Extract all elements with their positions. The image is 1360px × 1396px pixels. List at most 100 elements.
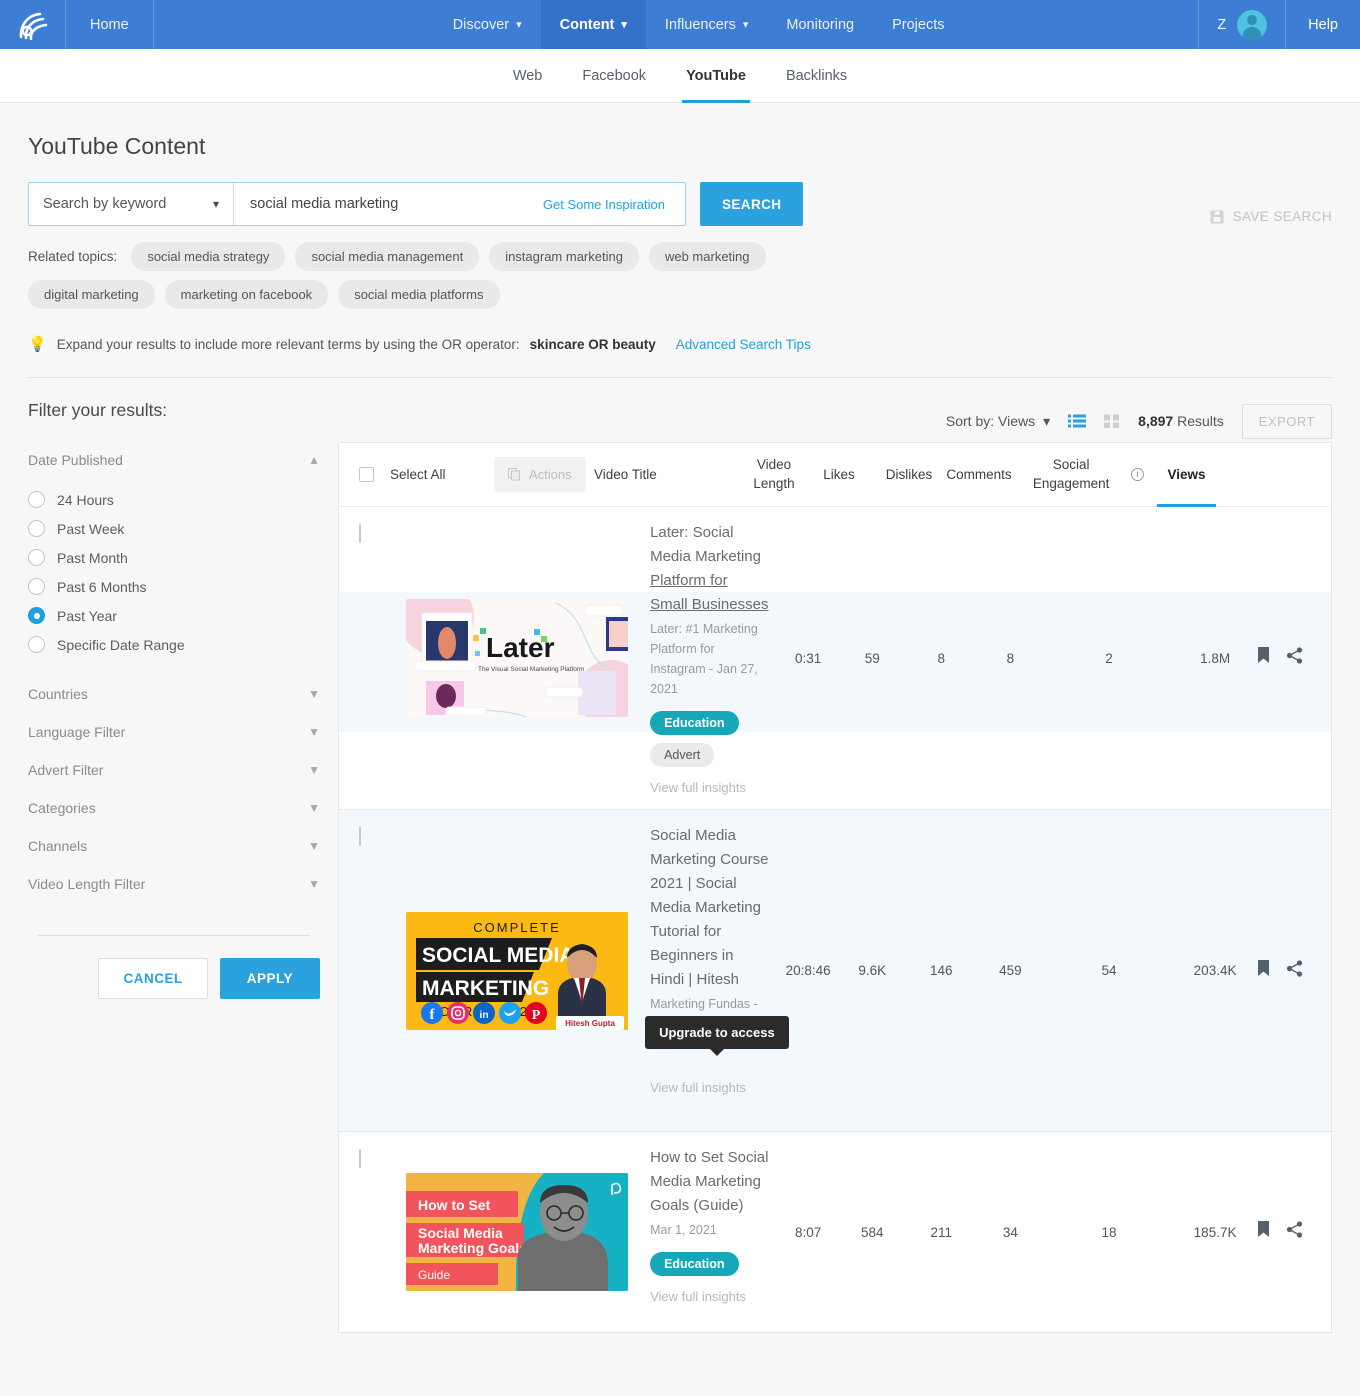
facet-advert-filter-label: Advert Filter — [28, 762, 103, 778]
related-topic-chip[interactable]: instagram marketing — [489, 242, 639, 271]
facet-date-published[interactable]: Date Published ▲ — [28, 441, 320, 479]
row-checkbox[interactable] — [359, 827, 361, 846]
header-comments[interactable]: Comments — [944, 443, 1014, 506]
row-thumbnail-cell[interactable]: COMPLETE SOCIAL MEDIA MARKETING COURSE 2… — [384, 810, 650, 1131]
radio-past-year[interactable]: Past Year — [28, 601, 320, 630]
video-badges: Education Advert — [650, 711, 768, 767]
user-menu[interactable]: Z — [1198, 0, 1286, 49]
view-full-insights-link[interactable]: View full insights — [650, 1080, 768, 1095]
video-title-link[interactable]: Platform for Small Businesses — [650, 572, 768, 613]
share-icon[interactable] — [1286, 1221, 1303, 1243]
header-likes[interactable]: Likes — [804, 443, 874, 506]
header-social-engagement[interactable]: Social Engagementi — [1014, 443, 1144, 506]
chevron-down-icon: ▼ — [308, 687, 320, 701]
header-video-title[interactable]: Video Title — [594, 443, 744, 506]
video-title[interactable]: Social Media Marketing Course 2021 | Soc… — [650, 824, 768, 992]
facet-channels[interactable]: Channels ▼ — [28, 827, 320, 865]
export-button[interactable]: EXPORT — [1242, 404, 1332, 439]
search-mode-select[interactable]: Search by keyword ▾ — [29, 183, 234, 225]
related-topic-chip[interactable]: digital marketing — [28, 280, 155, 309]
save-search-button[interactable]: SAVE SEARCH — [1210, 209, 1332, 226]
row-checkbox[interactable] — [359, 524, 361, 543]
nav-item-home[interactable]: Home — [66, 0, 154, 49]
header-video-length[interactable]: Video Length — [744, 443, 804, 506]
filters-title: Filter your results: — [28, 400, 320, 421]
nav-item-discover[interactable]: Discover ▾ — [434, 0, 541, 49]
facet-video-length-filter[interactable]: Video Length Filter ▼ — [28, 865, 320, 903]
sort-by-label: Sort by: Views — [946, 413, 1035, 429]
facet-language-filter-label: Language Filter — [28, 724, 125, 740]
tab-web[interactable]: Web — [493, 49, 563, 102]
chevron-down-icon: ▼ — [308, 725, 320, 739]
row-checkbox[interactable] — [359, 1149, 361, 1168]
nav-item-influencers-label: Influencers — [665, 17, 736, 33]
top-navigation-bar: Home Discover ▾ Content ▾ Influencers ▾ … — [0, 0, 1360, 49]
radio-past-6-months[interactable]: Past 6 Months — [28, 572, 320, 601]
cancel-button[interactable]: CANCEL — [98, 958, 207, 999]
badge-category: Education — [650, 711, 738, 735]
radio-specific-date-range[interactable]: Specific Date Range — [28, 630, 320, 659]
svg-text:Hitesh Gupta: Hitesh Gupta — [565, 1019, 615, 1028]
filters-sidebar: Filter your results: Date Published ▲ 24… — [28, 400, 338, 1333]
tab-facebook[interactable]: Facebook — [562, 49, 666, 102]
header-views-label: Views — [1167, 467, 1205, 482]
view-full-insights-link[interactable]: View full insights — [650, 1289, 768, 1304]
radio-label: Past Week — [57, 521, 124, 537]
related-topic-chip[interactable]: web marketing — [649, 242, 766, 271]
view-full-insights-link[interactable]: View full insights — [650, 780, 768, 795]
apply-button[interactable]: APPLY — [220, 958, 320, 999]
related-topic-chip[interactable]: marketing on facebook — [165, 280, 329, 309]
tab-youtube[interactable]: YouTube — [666, 49, 766, 102]
related-topic-chip[interactable]: social media platforms — [338, 280, 499, 309]
bookmark-icon[interactable] — [1257, 1221, 1270, 1243]
sort-by-dropdown[interactable]: Sort by: Views ▾ — [946, 413, 1050, 430]
radio-past-month[interactable]: Past Month — [28, 543, 320, 572]
bookmark-icon[interactable] — [1257, 960, 1270, 982]
nav-item-monitoring[interactable]: Monitoring — [767, 0, 873, 49]
later-social-marketing-thumbnail: Later The Visual Social Marketing Platfo… — [406, 599, 628, 717]
radio-indicator-selected — [28, 607, 45, 624]
app-logo[interactable] — [0, 0, 66, 49]
nav-item-content-label: Content — [560, 17, 615, 33]
share-icon[interactable] — [1286, 647, 1303, 669]
row-actions — [1257, 507, 1331, 809]
facet-advert-filter[interactable]: Advert Filter ▼ — [28, 751, 320, 789]
related-topic-chip[interactable]: social media strategy — [131, 242, 285, 271]
avatar — [1237, 10, 1267, 40]
nav-item-influencers[interactable]: Influencers ▾ — [646, 0, 767, 49]
radio-24-hours[interactable]: 24 Hours — [28, 485, 320, 514]
video-title[interactable]: How to Set Social Media Marketing Goals … — [650, 1146, 768, 1218]
nav-item-projects[interactable]: Projects — [873, 0, 963, 49]
get-inspiration-link[interactable]: Get Some Inspiration — [543, 197, 671, 212]
tab-web-label: Web — [513, 68, 543, 84]
cell-video-length: 8:07 — [778, 1132, 837, 1332]
facet-categories[interactable]: Categories ▼ — [28, 789, 320, 827]
search-button[interactable]: SEARCH — [700, 182, 803, 226]
select-all-checkbox[interactable] — [359, 467, 374, 482]
grid-view-icon[interactable] — [1104, 414, 1120, 428]
radio-past-week[interactable]: Past Week — [28, 514, 320, 543]
page-body: YouTube Content Search by keyword ▾ Get … — [0, 103, 1360, 1396]
facet-countries[interactable]: Countries ▼ — [28, 675, 320, 713]
nav-item-help[interactable]: Help — [1286, 0, 1360, 49]
row-thumbnail-cell[interactable]: How to Set Social Media Marketing Goals … — [384, 1132, 650, 1332]
nav-item-content[interactable]: Content ▾ — [541, 0, 646, 49]
select-all-cell: Select All — [339, 443, 494, 506]
tab-backlinks[interactable]: Backlinks — [766, 49, 867, 102]
header-dislikes[interactable]: Dislikes — [874, 443, 944, 506]
search-input[interactable] — [248, 195, 543, 213]
list-view-icon[interactable] — [1068, 414, 1086, 428]
advanced-search-tips-link[interactable]: Advanced Search Tips — [676, 337, 811, 352]
row-thumbnail-cell[interactable]: Later The Visual Social Marketing Platfo… — [384, 507, 650, 809]
actions-button[interactable]: Actions — [494, 457, 586, 492]
search-tip-example: skincare OR beauty — [530, 337, 656, 352]
cell-social-engagement: 18 — [1045, 1132, 1173, 1332]
header-views[interactable]: Views — [1144, 443, 1229, 506]
facet-language-filter[interactable]: Language Filter ▼ — [28, 713, 320, 751]
video-title[interactable]: Later: Social Media Marketing Platform f… — [650, 521, 768, 617]
radio-label: Past 6 Months — [57, 579, 147, 595]
related-topic-chip[interactable]: social media management — [295, 242, 479, 271]
share-icon[interactable] — [1286, 960, 1303, 982]
bookmark-icon[interactable] — [1257, 647, 1270, 669]
info-icon[interactable]: i — [1131, 468, 1144, 481]
